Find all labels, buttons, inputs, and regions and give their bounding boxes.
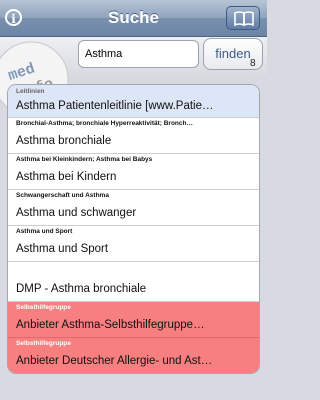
list-item-category: Schwangerschaft und Asthma (16, 192, 109, 199)
list-item-title: Asthma bronchiale (16, 135, 112, 147)
info-icon[interactable]: i (5, 9, 22, 26)
list-item[interactable]: Schwangerschaft und Asthma Asthma und sc… (8, 190, 259, 226)
list-item-category: Selbsthilfegruppe (16, 304, 71, 311)
list-item-category: Asthma und Sport (16, 228, 73, 235)
list-item-category: Bronchial-Asthma; bronchiale Hyperreakti… (16, 120, 193, 127)
result-count: 8 (250, 58, 256, 69)
list-item[interactable]: Asthma und Sport Asthma und Sport (8, 226, 259, 262)
bottom-area (0, 374, 267, 400)
bookmarks-button[interactable] (226, 6, 260, 30)
list-item-title: Asthma bei Kindern (16, 171, 117, 183)
list-item[interactable]: DMP - Asthma bronchiale (8, 262, 259, 302)
list-item[interactable]: Bronchial-Asthma; bronchiale Hyperreakti… (8, 118, 259, 154)
book-icon (234, 11, 254, 26)
list-item[interactable]: Asthma bei Kleinkindern; Asthma bei Baby… (8, 154, 259, 190)
list-item-category: Leitlinien (16, 88, 45, 95)
list-item-title: Asthma und Sport (16, 243, 109, 255)
list-item[interactable]: Selbsthilfegruppe Anbieter Asthma-Selbst… (8, 302, 259, 338)
list-item-title: Asthma Patientenleitlinie [www.Patie… (16, 100, 214, 112)
page-title: Suche (107, 8, 160, 27)
list-item-category: Asthma bei Kleinkindern; Asthma bei Baby… (16, 156, 153, 163)
list-item-category: Selbsthilfegruppe (16, 340, 71, 347)
list-item[interactable]: Leitlinien Asthma Patientenleitlinie [ww… (8, 85, 259, 118)
list-item-title: DMP - Asthma bronchiale (16, 283, 147, 295)
list-item-title: Anbieter Deutscher Allergie- und Ast… (16, 355, 213, 367)
list-item-title: Asthma und schwanger (16, 207, 137, 219)
search-input[interactable] (78, 40, 199, 68)
list-item-title: Anbieter Asthma-Selbsthilfegruppe… (16, 319, 205, 331)
results-list: Leitlinien Asthma Patientenleitlinie [ww… (7, 84, 260, 374)
navigation-bar: i Suche (0, 0, 267, 37)
list-item[interactable]: Selbsthilfegruppe Anbieter Deutscher All… (8, 338, 259, 373)
